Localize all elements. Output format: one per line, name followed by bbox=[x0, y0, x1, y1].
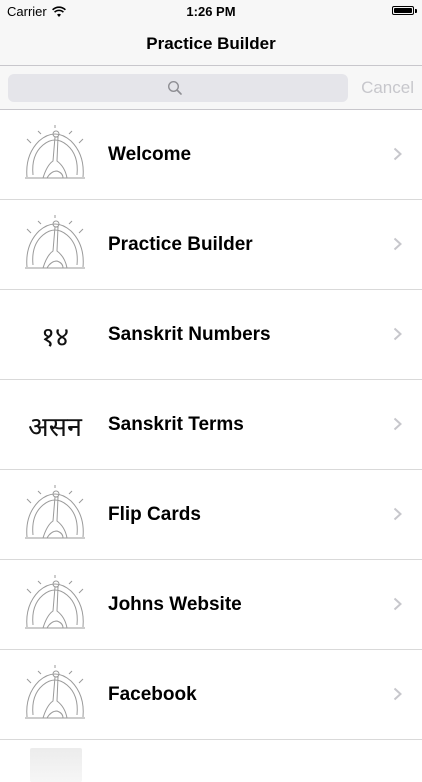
yoga-pose-icon bbox=[20, 574, 90, 636]
yoga-pose-drawing bbox=[25, 215, 85, 269]
battery-fill bbox=[394, 8, 412, 13]
list-item-partial[interactable] bbox=[0, 740, 422, 782]
navigation-bar: Practice Builder bbox=[0, 22, 422, 66]
list-item-label: Facebook bbox=[108, 684, 197, 705]
menu-list: Welcome Practice Builder १४ Sanskrit Num… bbox=[0, 110, 422, 782]
list-item-flip-cards[interactable]: Flip Cards bbox=[0, 470, 422, 560]
list-item-label: Welcome bbox=[108, 144, 192, 165]
status-bar: Carrier 1:26 PM bbox=[0, 0, 422, 22]
list-item-label: Flip Cards bbox=[108, 504, 201, 525]
list-item-sanskrit-terms[interactable]: असन Sanskrit Terms bbox=[0, 380, 422, 470]
page-title: Practice Builder bbox=[146, 34, 276, 53]
chevron-right-icon bbox=[393, 687, 402, 701]
chevron-right-icon bbox=[393, 237, 402, 251]
sanskrit-numbers-glyph: १४ bbox=[40, 321, 70, 353]
search-bar: Cancel bbox=[0, 66, 422, 110]
chevron-right-icon bbox=[393, 147, 402, 161]
chevron-right-icon bbox=[393, 597, 402, 611]
sanskrit-terms-icon: असन bbox=[20, 394, 90, 456]
yoga-pose-drawing bbox=[25, 485, 85, 539]
search-field[interactable] bbox=[8, 74, 348, 102]
status-time: 1:26 PM bbox=[186, 4, 236, 19]
yoga-pose-icon bbox=[20, 484, 90, 546]
list-item-label: Sanskrit Terms bbox=[108, 414, 244, 435]
yoga-pose-drawing bbox=[25, 575, 85, 629]
chevron-right-icon bbox=[393, 417, 402, 431]
cancel-button[interactable]: Cancel bbox=[361, 78, 414, 98]
yoga-pose-icon bbox=[20, 214, 90, 276]
partial-thumbnail-icon bbox=[30, 748, 82, 782]
yoga-pose-drawing bbox=[25, 125, 85, 179]
chevron-right-icon bbox=[393, 507, 402, 521]
chevron-right-icon bbox=[393, 327, 402, 341]
yoga-pose-icon bbox=[20, 124, 90, 186]
list-item-practice-builder[interactable]: Practice Builder bbox=[0, 200, 422, 290]
list-item-sanskrit-numbers[interactable]: १४ Sanskrit Numbers bbox=[0, 290, 422, 380]
sanskrit-terms-glyph: असन bbox=[28, 411, 82, 443]
list-item-label: Sanskrit Numbers bbox=[108, 324, 271, 345]
list-item-label: Johns Website bbox=[108, 594, 242, 615]
battery-icon bbox=[392, 6, 417, 15]
list-item-johns-website[interactable]: Johns Website bbox=[0, 560, 422, 650]
list-item-label: Practice Builder bbox=[108, 234, 253, 255]
list-item-welcome[interactable]: Welcome bbox=[0, 110, 422, 200]
search-input[interactable] bbox=[36, 74, 336, 102]
yoga-pose-icon bbox=[20, 664, 90, 726]
yoga-pose-drawing bbox=[25, 665, 85, 719]
list-item-facebook[interactable]: Facebook bbox=[0, 650, 422, 740]
sanskrit-numbers-icon: १४ bbox=[20, 304, 90, 366]
